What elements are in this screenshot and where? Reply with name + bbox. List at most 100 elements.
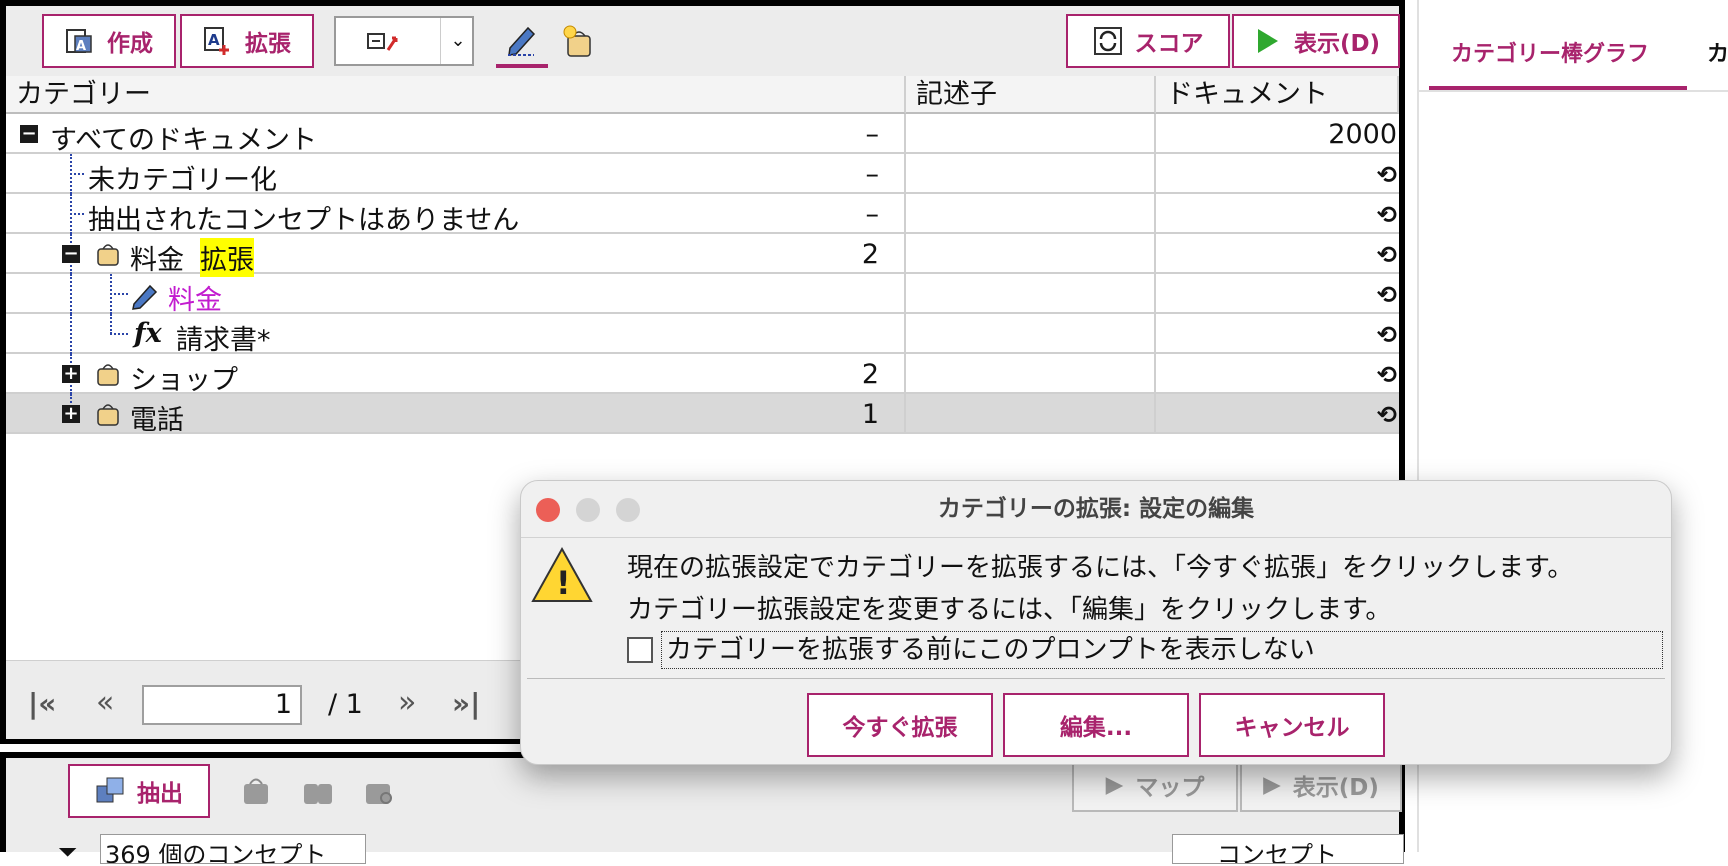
chevron-down-icon[interactable]: ⌄	[440, 18, 475, 64]
expand-category-icon: A	[203, 26, 233, 56]
collapse-icon[interactable]: −	[62, 245, 80, 263]
filter-icon[interactable]: ⏷	[58, 838, 77, 866]
expand-highlight: 拡張	[200, 238, 254, 277]
svg-text:A: A	[208, 31, 220, 49]
tab-category-bar-chart[interactable]: カテゴリー棒グラフ	[1429, 30, 1687, 90]
column-header-category[interactable]: カテゴリー	[6, 76, 906, 114]
create-category-icon: A	[65, 26, 95, 56]
score-icon	[1093, 26, 1123, 56]
column-header-descriptor[interactable]: 記述子	[906, 76, 1156, 114]
row-descriptor: –	[865, 199, 880, 230]
next-page-icon[interactable]: »	[398, 685, 416, 720]
descriptor-link[interactable]: 料金	[168, 278, 222, 317]
row-descriptor: –	[865, 159, 880, 190]
warning-icon: !	[529, 545, 595, 609]
export-dropdown[interactable]: ⌄	[334, 16, 474, 66]
table-row[interactable]: 抽出されたコンセプトはありません – ⟲	[6, 194, 1399, 236]
table-row[interactable]: + 電話 1 ⟲	[6, 394, 1399, 436]
refresh-icon[interactable]: ⟲	[1177, 359, 1397, 390]
close-window-button[interactable]	[536, 498, 560, 522]
tab-truncated[interactable]: カ	[1707, 36, 1728, 68]
row-label: 抽出されたコンセプトはありません	[88, 205, 520, 236]
row-descriptor: –	[865, 119, 880, 150]
row-documents: 2000	[1328, 119, 1397, 150]
fx-icon: fx	[134, 318, 162, 349]
row-label: 未カテゴリー化	[88, 165, 277, 196]
display-button-disabled[interactable]: ▶ 表示(D)	[1240, 758, 1402, 812]
refresh-icon[interactable]: ⟲	[1177, 399, 1397, 430]
minimize-window-button[interactable]	[576, 498, 600, 522]
dialog-message-line2: カテゴリー拡張設定を変更するには、「編集」をクリックします。	[627, 595, 1392, 625]
new-category-button[interactable]	[554, 16, 604, 66]
dont-show-checkbox[interactable]	[627, 637, 653, 663]
extract-panel: 抽出 ▶ マップ ▶ 表示(D) ⏷ 369 個のコンセプト コンセプト	[0, 752, 1405, 866]
row-label: 電話	[130, 405, 184, 436]
table-row[interactable]: − 料金 拡張 2 ⟲	[6, 234, 1399, 277]
zoom-window-button[interactable]	[616, 498, 640, 522]
expand-button[interactable]: A 拡張	[180, 14, 314, 68]
expand-icon[interactable]: +	[62, 365, 80, 383]
category-bag-icon	[96, 242, 120, 266]
expand-settings-dialog: カテゴリーの拡張: 設定の編集 ! 現在の拡張設定でカテゴリーを拡張するには、「…	[520, 480, 1672, 765]
category-bag-icon	[96, 362, 120, 386]
row-descriptor: 1	[861, 399, 879, 430]
collapse-icon[interactable]: −	[20, 125, 38, 143]
refresh-icon[interactable]: ⟲	[1177, 319, 1397, 350]
bag-group-icon[interactable]	[302, 774, 336, 810]
export-icon	[366, 30, 402, 58]
refresh-icon[interactable]: ⟲	[1177, 199, 1397, 230]
svg-text:!: !	[556, 564, 571, 602]
table-row[interactable]: + ショップ 2 ⟲	[6, 354, 1399, 396]
row-label: ショップ	[130, 365, 238, 396]
svg-text:A: A	[76, 39, 86, 54]
row-label: すべてのドキュメント	[50, 125, 318, 156]
lock-bag-icon[interactable]	[240, 774, 274, 810]
expand-now-button[interactable]: 今すぐ拡張	[807, 693, 993, 757]
expand-button-label: 拡張	[245, 31, 291, 57]
refresh-icon[interactable]: ⟲	[1177, 279, 1397, 310]
row-descriptor: 2	[861, 239, 879, 270]
edit-button[interactable]: 編集...	[1003, 693, 1189, 757]
refresh-icon[interactable]: ⟲	[1177, 159, 1397, 190]
last-page-icon[interactable]: »|	[452, 687, 480, 720]
row-descriptor: 2	[861, 359, 879, 390]
score-button-label: スコア	[1134, 31, 1204, 57]
cancel-button[interactable]: キャンセル	[1199, 693, 1385, 757]
table-row[interactable]: 料金 ⟲	[6, 274, 1399, 317]
dialog-message-line1: 現在の拡張設定でカテゴリーを拡張するには、「今すぐ拡張」をクリックします。	[627, 553, 1574, 583]
prev-page-icon[interactable]: «	[96, 685, 114, 720]
score-button[interactable]: スコア	[1066, 14, 1230, 68]
table-row[interactable]: 未カテゴリー化 – ⟲	[6, 154, 1399, 196]
create-button-label: 作成	[107, 31, 153, 57]
map-button[interactable]: ▶ マップ	[1072, 758, 1238, 812]
dialog-title: カテゴリーの拡張: 設定の編集	[937, 496, 1255, 522]
category-toolbar: A 作成 A 拡張 ⌄ スコア 表示(D)	[6, 6, 1400, 77]
expand-icon[interactable]: +	[62, 405, 80, 423]
row-label: 請求書*	[176, 325, 271, 356]
dont-show-checkbox-label[interactable]: カテゴリーを拡張する前にこのプロンプトを表示しない	[661, 631, 1663, 669]
extract-icon	[95, 776, 125, 806]
category-bag-icon	[96, 402, 120, 426]
play-icon: ▶	[1263, 772, 1281, 798]
play-icon	[1252, 26, 1282, 56]
column-header-documents[interactable]: ドキュメント	[1156, 76, 1399, 114]
pager: |« « 1 / 1 » »|	[6, 660, 526, 739]
create-button[interactable]: A 作成	[42, 14, 176, 68]
extract-button[interactable]: 抽出	[68, 764, 210, 818]
bag-search-icon[interactable]	[362, 774, 396, 810]
first-page-icon[interactable]: |«	[28, 687, 56, 720]
display-button[interactable]: 表示(D)	[1232, 14, 1400, 68]
display-button-label: 表示(D)	[1293, 31, 1381, 57]
bag-star-icon	[562, 24, 596, 62]
play-icon: ▶	[1105, 772, 1124, 798]
refresh-icon[interactable]: ⟲	[1177, 239, 1397, 270]
table-row[interactable]: − すべてのドキュメント – 2000	[6, 114, 1399, 156]
concept-count: 369 個のコンセプト	[100, 834, 366, 864]
concept-dropdown[interactable]: コンセプト	[1172, 834, 1404, 864]
page-input[interactable]: 1	[142, 685, 302, 725]
edit-descriptor-button[interactable]	[496, 16, 548, 68]
page-total: / 1	[328, 689, 363, 720]
category-table: カテゴリー 記述子 ドキュメント − すべてのドキュメント – 2000 未カテ…	[6, 76, 1399, 436]
pencil-icon	[506, 22, 538, 60]
table-row[interactable]: fx 請求書* ⟲	[6, 314, 1399, 356]
